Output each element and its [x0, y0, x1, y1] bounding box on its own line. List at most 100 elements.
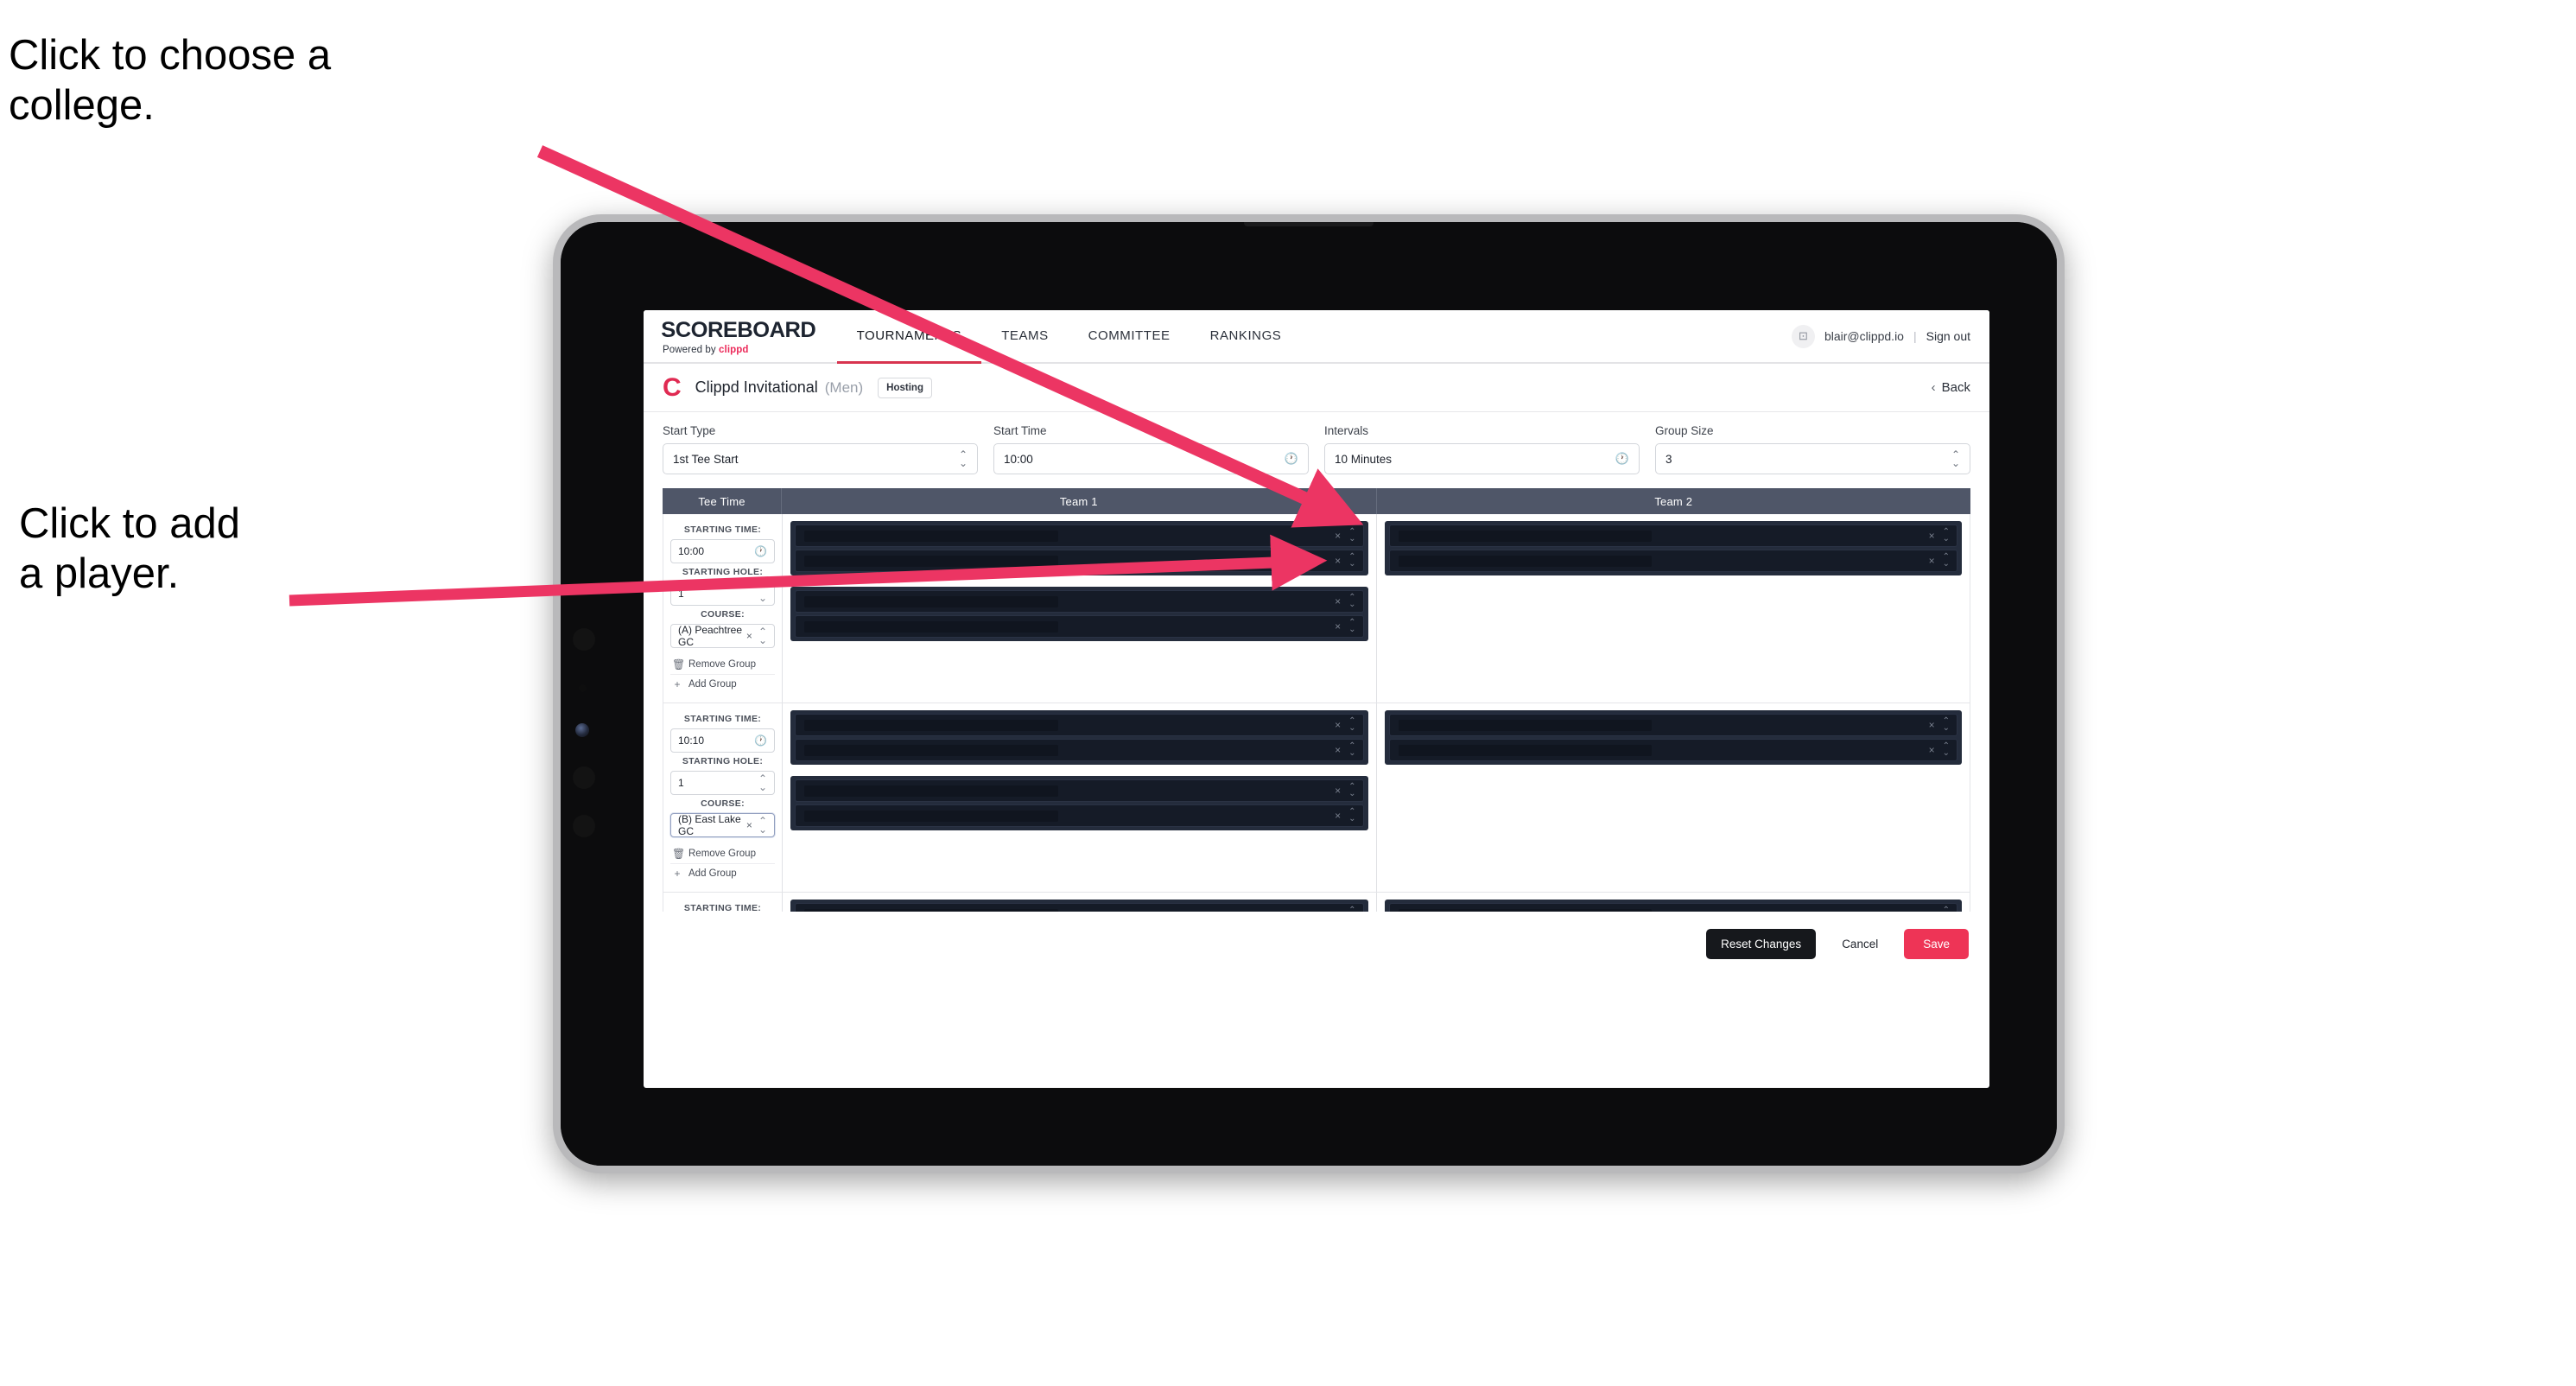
close-icon[interactable]: × [1335, 530, 1341, 542]
stepper-icon[interactable]: ⌃⌄ [1348, 742, 1355, 758]
stepper-icon[interactable]: ⌃⌄ [1348, 717, 1355, 733]
course-select-value: (A) Peachtree GC [678, 624, 743, 648]
save-button[interactable]: Save [1904, 928, 1969, 959]
stepper-icon[interactable]: ⌃⌄ [1348, 619, 1355, 634]
tab-teams[interactable]: TEAMS [981, 310, 1068, 364]
player-slot[interactable]: × ⌃⌄ [1388, 739, 1957, 761]
stepper-icon[interactable]: ⌃⌄ [1943, 906, 1950, 912]
tab-tournaments[interactable]: TOURNAMENTS [836, 310, 982, 364]
player-slot[interactable]: × ⌃⌄ [795, 739, 1364, 761]
player-slot[interactable]: × ⌃⌄ [1388, 714, 1957, 736]
player-slot-actions: × ⌃⌄ [1929, 528, 1950, 544]
stepper-icon[interactable]: ⌃⌄ [758, 584, 767, 603]
player-slot[interactable]: × ⌃⌄ [795, 804, 1364, 827]
starting-time-label: STARTING TIME: [683, 903, 762, 912]
close-icon[interactable]: × [1929, 555, 1935, 567]
stepper-icon[interactable]: ⌃⌄ [1943, 742, 1950, 758]
player-slot[interactable]: × ⌃⌄ [795, 590, 1364, 613]
close-icon[interactable]: × [1929, 744, 1935, 756]
clock-icon[interactable]: 🕐 [1615, 452, 1629, 466]
clock-icon[interactable]: 🕐 [754, 545, 767, 557]
close-icon[interactable]: × [1335, 744, 1341, 756]
close-icon[interactable]: × [1335, 810, 1341, 822]
close-icon[interactable]: × [746, 630, 752, 642]
tablet-screen-bezel: SCOREBOARD Powered by clippd TOURNAMENTS… [561, 222, 2057, 1166]
stepper-icon[interactable]: ⌃⌄ [1943, 528, 1950, 544]
player-slot[interactable]: × ⌃⌄ [795, 525, 1364, 547]
back-button[interactable]: ‹ Back [1932, 380, 1970, 395]
tab-rankings[interactable]: RANKINGS [1190, 310, 1302, 364]
stepper-icon[interactable]: ⌃⌄ [1348, 783, 1355, 798]
stepper-icon[interactable]: ⌃⌄ [1943, 553, 1950, 569]
avatar[interactable]: ⊡ [1791, 324, 1815, 348]
group-actions: 🗑 Remove Group + Add Group [670, 655, 775, 694]
starting-time-input-value: 10:10 [678, 734, 705, 747]
intervals-value: 10 Minutes [1335, 452, 1393, 466]
stepper-icon[interactable]: ⌃⌄ [1348, 553, 1355, 569]
clock-icon[interactable]: 🕐 [754, 734, 767, 747]
table-body: STARTING TIME: 10:00 🕐 STARTING HOLE: 1 ⌃ ⌄ COU… [663, 514, 1970, 912]
stepper-icon[interactable]: ⌃⌄ [1348, 528, 1355, 544]
starting-hole-input[interactable]: 1 ⌃ ⌄ [670, 582, 775, 606]
player-slot[interactable]: × ⌃⌄ [1388, 550, 1957, 572]
close-icon[interactable]: × [1929, 908, 1935, 912]
player-slot[interactable]: × ⌃⌄ [795, 550, 1364, 572]
player-name-redacted [804, 719, 1058, 731]
stepper-icon[interactable]: ⌃⌄ [758, 816, 767, 835]
stepper-icon[interactable]: ⌃⌄ [1943, 717, 1950, 733]
player-slot-actions: × ⌃⌄ [1335, 906, 1355, 912]
stepper-icon[interactable]: ⌃⌄ [1348, 594, 1355, 609]
close-icon[interactable]: × [1335, 785, 1341, 797]
close-icon[interactable]: × [1335, 555, 1341, 567]
start-type-select[interactable]: 1st Tee Start ⌃ ⌄ [663, 443, 978, 474]
player-slot[interactable]: × ⌃⌄ [795, 779, 1364, 802]
stepper-icon[interactable]: ⌃⌄ [1348, 906, 1355, 912]
remove-group-button[interactable]: 🗑 Remove Group [670, 655, 775, 675]
tee-time-cell: STARTING TIME: 10:00 🕐 STARTING HOLE: 1 ⌃ ⌄ COU… [663, 514, 783, 703]
tab-committee[interactable]: COMMITTEE [1069, 310, 1190, 364]
reset-changes-button[interactable]: Reset Changes [1706, 928, 1817, 959]
team-2-cell: × ⌃⌄ × ⌃⌄ [1377, 703, 1970, 892]
close-icon[interactable]: × [1335, 719, 1341, 731]
plus-icon: + [674, 868, 681, 880]
annotation-choose-college: Click to choose a college. [9, 32, 332, 129]
stepper-icon[interactable]: ⌃⌄ [758, 626, 767, 645]
team-1-cell: × ⌃ ⌄ × ⌃ ⌄ × ⌃ ⌄ × ⌃ ⌄ [783, 703, 1377, 892]
group-size-select[interactable]: 3 ⌃ ⌄ [1655, 443, 1970, 474]
starting-hole-input[interactable]: 1 ⌃ ⌄ [670, 771, 775, 795]
close-icon[interactable]: × [1929, 719, 1935, 731]
course-select[interactable]: (A) Peachtree GC × ⌃ ⌄ [670, 624, 775, 648]
tournament-gender: (Men) [824, 378, 864, 396]
cancel-button[interactable]: Cancel [1830, 929, 1890, 959]
close-icon[interactable]: × [1335, 620, 1341, 633]
close-icon[interactable]: × [1335, 908, 1341, 912]
starting-time-input[interactable]: 10:10 🕐 [670, 728, 775, 753]
brand-tagline-name: clippd [719, 344, 749, 355]
player-name-redacted [1398, 530, 1653, 542]
sign-out-link[interactable]: Sign out [1926, 329, 1970, 343]
player-name-redacted [804, 785, 1058, 797]
add-group-label: Add Group [688, 679, 737, 690]
player-slot[interactable]: × ⌃⌄ [795, 714, 1364, 736]
course-select[interactable]: (B) East Lake GC × ⌃ ⌄ [670, 813, 775, 837]
intervals-input[interactable]: 10 Minutes 🕐 [1324, 443, 1640, 474]
starting-time-input[interactable]: 10:00 🕐 [670, 539, 775, 563]
add-group-button[interactable]: + Add Group [670, 675, 775, 694]
column-header-team-1: Team 1 [782, 488, 1377, 514]
player-slot[interactable]: × ⌃⌄ [1388, 525, 1957, 547]
stepper-icon[interactable]: ⌃⌄ [1348, 808, 1355, 823]
player-slot[interactable]: × ⌃⌄ [1388, 903, 1957, 912]
remove-group-button[interactable]: 🗑 Remove Group [670, 844, 775, 864]
add-group-button[interactable]: + Add Group [670, 864, 775, 883]
close-icon[interactable]: × [746, 819, 752, 831]
close-icon[interactable]: × [1929, 530, 1935, 542]
start-time-input[interactable]: 10:00 🕐 [993, 443, 1309, 474]
stepper-icon[interactable]: ⌃⌄ [1951, 449, 1960, 468]
player-slot[interactable]: × ⌃⌄ [795, 903, 1364, 912]
clock-icon[interactable]: 🕐 [1285, 452, 1298, 466]
stepper-icon[interactable]: ⌃⌄ [959, 449, 968, 468]
close-icon[interactable]: × [1335, 595, 1341, 607]
brand-logo[interactable]: SCOREBOARD Powered by clippd [644, 310, 837, 362]
stepper-icon[interactable]: ⌃⌄ [758, 773, 767, 792]
player-slot[interactable]: × ⌃⌄ [795, 615, 1364, 638]
